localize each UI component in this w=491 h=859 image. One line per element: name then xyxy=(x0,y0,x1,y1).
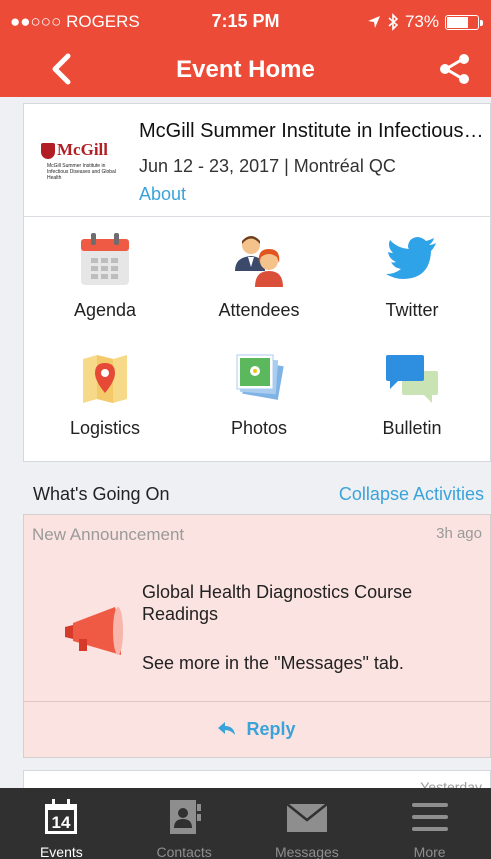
twitter-icon xyxy=(386,237,436,279)
chat-bubbles-icon xyxy=(386,355,438,403)
tab-bar: 14 Events Contacts Messages More xyxy=(0,788,491,859)
event-info: McGill McGill Summer Institute in Infect… xyxy=(24,104,490,217)
envelope-icon xyxy=(286,803,327,832)
status-right: 73% xyxy=(367,12,483,32)
battery-icon xyxy=(445,14,483,30)
logo-subtext: McGill Summer Institute in Infectious Di… xyxy=(47,163,116,181)
people-icon xyxy=(235,236,283,287)
chevron-left-icon[interactable] xyxy=(46,52,76,86)
svg-text:14: 14 xyxy=(52,813,71,832)
event-title: McGill Summer Institute in Infectious Di… xyxy=(139,120,484,142)
bluetooth-icon xyxy=(388,13,399,31)
tile-label: Bulletin xyxy=(382,418,442,438)
contacts-icon xyxy=(170,800,202,834)
tab-label: Contacts xyxy=(156,844,212,859)
nav-bar: Event Home xyxy=(0,44,491,94)
announcement-title: Global Health Diagnostics Course Reading… xyxy=(142,582,413,624)
tab-label: Events xyxy=(39,844,83,859)
activities-heading: What's Going On xyxy=(33,484,170,504)
share-icon[interactable] xyxy=(437,52,471,86)
reply-icon xyxy=(218,722,236,735)
tile-label: Twitter xyxy=(385,300,439,320)
logo-wordmark: McGill xyxy=(57,140,108,159)
tab-events[interactable]: 14 Events xyxy=(0,788,123,859)
event-logo: McGill McGill Summer Institute in Infect… xyxy=(34,140,119,188)
tile-label: Attendees xyxy=(218,300,300,320)
tab-label: More xyxy=(413,844,446,859)
clock: 7:15 PM xyxy=(211,11,280,31)
calendar-14-icon: 14 xyxy=(45,799,78,834)
page-title: Event Home xyxy=(176,56,315,83)
status-bar: ●●○○○ ROGERS 7:15 PM 73% xyxy=(0,0,491,40)
tile-agenda[interactable]: Agenda xyxy=(30,217,180,332)
battery-percent: 73% xyxy=(404,12,439,31)
announcement-type: New Announcement xyxy=(32,525,185,544)
activities-header: What's Going On Collapse Activities xyxy=(0,478,491,512)
app-header: ●●○○○ ROGERS 7:15 PM 73% Event Home xyxy=(0,0,491,97)
reply-button[interactable]: Reply xyxy=(24,701,490,757)
tile-photos[interactable]: Photos xyxy=(184,335,334,450)
menu-icon xyxy=(411,803,448,831)
location-icon xyxy=(367,16,380,28)
map-pin-icon xyxy=(83,355,127,403)
reply-label: Reply xyxy=(246,718,296,739)
event-dates: Jun 12 - 23, 2017 | Montréal QC xyxy=(139,156,396,176)
tab-messages[interactable]: Messages xyxy=(246,788,369,859)
tile-twitter[interactable]: Twitter xyxy=(337,217,487,332)
tab-contacts[interactable]: Contacts xyxy=(123,788,246,859)
event-card: McGill McGill Summer Institute in Infect… xyxy=(23,103,491,462)
announcement-subtitle: See more in the "Messages" tab. xyxy=(142,653,404,673)
announcement-time: 3h ago xyxy=(436,525,482,542)
carrier-label: ●●○○○ ROGERS xyxy=(10,12,140,31)
tile-bulletin[interactable]: Bulletin xyxy=(337,335,487,450)
tab-more[interactable]: More xyxy=(368,788,491,859)
tile-logistics[interactable]: Logistics xyxy=(30,335,180,450)
tile-attendees[interactable]: Attendees xyxy=(184,217,334,332)
about-link[interactable]: About xyxy=(139,184,186,205)
announcement-card[interactable]: New Announcement 3h ago Global Health Di… xyxy=(23,514,491,758)
tile-label: Agenda xyxy=(73,300,137,320)
collapse-activities-link[interactable]: Collapse Activities xyxy=(339,484,484,505)
photos-icon xyxy=(236,354,284,400)
feature-grid: Agenda Attendees Twitter Logistics Photo… xyxy=(24,217,490,462)
calendar-icon xyxy=(81,233,129,285)
megaphone-icon xyxy=(65,607,123,655)
tile-label: Logistics xyxy=(69,418,141,438)
tab-label: Messages xyxy=(274,844,339,859)
crest-icon xyxy=(41,143,55,159)
tile-label: Photos xyxy=(230,418,288,438)
